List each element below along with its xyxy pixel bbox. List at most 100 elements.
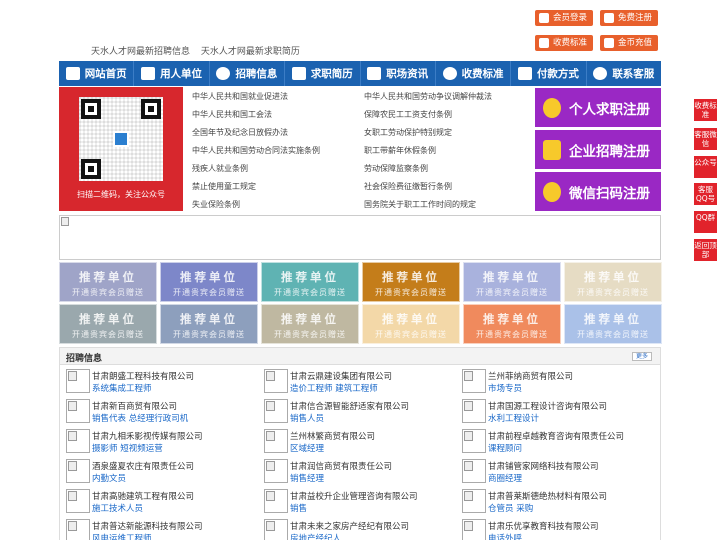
job-listing[interactable]: 甘肃新百商贸有限公司 销售代表 总经理行政司机 [66,397,256,425]
job-listing[interactable]: 酒泉盛夏农庄有限责任公司 内勤文员 [66,457,256,485]
job-positions[interactable]: 内勤文员 [92,472,126,484]
nav-payment[interactable]: 付款方式 [511,61,587,86]
job-positions[interactable]: 风电运维工程师 [92,532,152,540]
recommend-tile[interactable]: 推荐单位 开通贵宾会员赠送 [160,262,258,302]
float-qq-group[interactable]: QQ群 [694,211,717,233]
job-listing[interactable]: 甘肃高驰建筑工程有限公司 施工技术人员 [66,487,256,515]
company-name[interactable]: 甘肃信合源智能舒适家有限公司 [290,400,409,412]
company-register-button[interactable]: 企业招聘注册 [535,130,661,169]
job-listing[interactable]: 甘肃普达新能源科技有限公司 风电运维工程师 [66,517,256,540]
job-listing[interactable]: 甘肃信合源智能舒适家有限公司 销售人员 [264,397,454,425]
company-logo[interactable] [462,429,486,453]
company-logo[interactable] [264,519,288,540]
company-logo[interactable] [66,489,90,513]
float-back-to-top[interactable]: 返回顶部 [694,239,717,261]
law-link[interactable]: 职工带薪年休假条例 [364,145,436,156]
company-logo[interactable] [264,399,288,423]
company-logo[interactable] [66,459,90,483]
recharge-button[interactable]: 金币充值 [600,35,659,51]
company-name[interactable]: 甘肃普莱斯德绝热材料有限公司 [488,490,607,502]
personal-register-button[interactable]: 个人求职注册 [535,88,661,127]
ad-banner[interactable] [59,215,661,260]
job-positions[interactable]: 施工技术人员 [92,502,143,514]
company-name[interactable]: 兰州林繁商贸有限公司 [290,430,375,442]
job-positions[interactable]: 仓管员 采购 [488,502,533,514]
company-name[interactable]: 甘肃云鼎建设集团有限公司 [290,370,392,382]
top-link-jobs[interactable]: 天水人才网最新招聘信息 [91,47,190,57]
law-link[interactable]: 保障农民工工资支付条例 [364,109,452,120]
law-link[interactable]: 社会保险费征缴暂行条例 [364,181,452,192]
float-qq-service[interactable]: 客服QQ号 [694,183,717,205]
company-name[interactable]: 甘肃新百商贸有限公司 [92,400,177,412]
job-positions[interactable]: 销售经理 [290,472,324,484]
company-name[interactable]: 甘肃铺管家网络科技有限公司 [488,460,599,472]
recommend-tile[interactable]: 推荐单位 开通贵宾会员赠送 [564,304,662,344]
job-listing[interactable]: 甘肃普莱斯德绝热材料有限公司 仓管员 采购 [462,487,652,515]
law-link[interactable]: 中华人民共和国劳动争议调解仲裁法 [364,91,492,102]
company-name[interactable]: 甘肃普达新能源科技有限公司 [92,520,203,532]
company-logo[interactable] [66,399,90,423]
pricing-button[interactable]: 收费标准 [535,35,594,51]
job-positions[interactable]: 系统集成工程师 [92,382,152,394]
nav-news[interactable]: 职场资讯 [361,61,436,86]
recommend-tile[interactable]: 推荐单位 开通贵宾会员赠送 [362,262,460,302]
job-positions[interactable]: 水利工程设计 [488,412,539,424]
float-wechat-service[interactable]: 客服微信 [694,128,717,150]
jobs-more-link[interactable]: 更多 [632,352,652,361]
law-link[interactable]: 国务院关于职工工作时间的规定 [364,199,476,210]
job-listing[interactable]: 甘肃润信商贸有限责任公司 销售经理 [264,457,454,485]
company-name[interactable]: 甘肃朗盛工程科技有限公司 [92,370,194,382]
job-positions[interactable]: 摄影师 短视频运营 [92,442,163,454]
company-logo[interactable] [462,519,486,540]
job-positions[interactable]: 造价工程师 建筑工程师 [290,382,378,394]
company-logo[interactable] [264,429,288,453]
law-link[interactable]: 中华人民共和国就业促进法 [192,91,288,102]
job-positions[interactable]: 市场专员 [488,382,522,394]
law-link[interactable]: 失业保险条例 [192,199,240,210]
law-link[interactable]: 中华人民共和国劳动合同法实施条例 [192,145,320,156]
company-logo[interactable] [264,459,288,483]
law-link[interactable]: 残疾人就业条例 [192,163,248,174]
job-listing[interactable]: 兰州林繁商贸有限公司 区域经理 [264,427,454,455]
nav-pricing[interactable]: 收费标准 [436,61,512,86]
nav-employers[interactable]: 用人单位 [134,61,210,86]
job-positions[interactable]: 电话外呼 [488,532,522,540]
recommend-tile[interactable]: 推荐单位 开通贵宾会员赠送 [564,262,662,302]
float-pricing[interactable]: 收费标准 [694,99,717,121]
nav-jobs[interactable]: 招聘信息 [210,61,286,86]
recommend-tile[interactable]: 推荐单位 开通贵宾会员赠送 [59,262,157,302]
recommend-tile[interactable]: 推荐单位 开通贵宾会员赠送 [362,304,460,344]
job-listing[interactable]: 甘肃国源工程设计咨询有限公司 水利工程设计 [462,397,652,425]
nav-contact[interactable]: 联系客服 [587,61,661,86]
company-logo[interactable] [66,369,90,393]
company-logo[interactable] [264,369,288,393]
company-name[interactable]: 甘肃益校升企业管理咨询有限公司 [290,490,418,502]
company-name[interactable]: 甘肃前程卓越教育咨询有限责任公司 [488,430,624,442]
nav-resumes[interactable]: 求职简历 [285,61,361,86]
company-logo[interactable] [66,519,90,540]
company-logo[interactable] [264,489,288,513]
float-official-account[interactable]: 公众号 [694,156,717,178]
job-listing[interactable]: 甘肃云鼎建设集团有限公司 造价工程师 建筑工程师 [264,367,454,395]
law-link[interactable]: 禁止使用童工规定 [192,181,256,192]
job-listing[interactable]: 兰州菲纳商贸有限公司 市场专员 [462,367,652,395]
recommend-tile[interactable]: 推荐单位 开通贵宾会员赠送 [261,262,359,302]
company-name[interactable]: 甘肃高驰建筑工程有限公司 [92,490,194,502]
company-name[interactable]: 甘肃未来之家房产经纪有限公司 [290,520,409,532]
job-listing[interactable]: 甘肃九相禾影视传媒有限公司 摄影师 短视频运营 [66,427,256,455]
law-link[interactable]: 中华人民共和国工会法 [192,109,272,120]
law-link[interactable]: 全国年节及纪念日放假办法 [192,127,288,138]
company-logo[interactable] [462,489,486,513]
recommend-tile[interactable]: 推荐单位 开通贵宾会员赠送 [463,304,561,344]
register-button[interactable]: 免费注册 [600,10,659,26]
company-logo[interactable] [462,459,486,483]
job-listing[interactable]: 甘肃铺管家网络科技有限公司 商圈经理 [462,457,652,485]
company-name[interactable]: 酒泉盛夏农庄有限责任公司 [92,460,194,472]
job-listing[interactable]: 甘肃乐优享教育科技有限公司 电话外呼 [462,517,652,540]
company-name[interactable]: 兰州菲纳商贸有限公司 [488,370,573,382]
law-link[interactable]: 女职工劳动保护特别规定 [364,127,452,138]
recommend-tile[interactable]: 推荐单位 开通贵宾会员赠送 [59,304,157,344]
job-positions[interactable]: 销售人员 [290,412,324,424]
company-logo[interactable] [462,399,486,423]
top-link-resumes[interactable]: 天水人才网最新求职简历 [201,47,300,57]
